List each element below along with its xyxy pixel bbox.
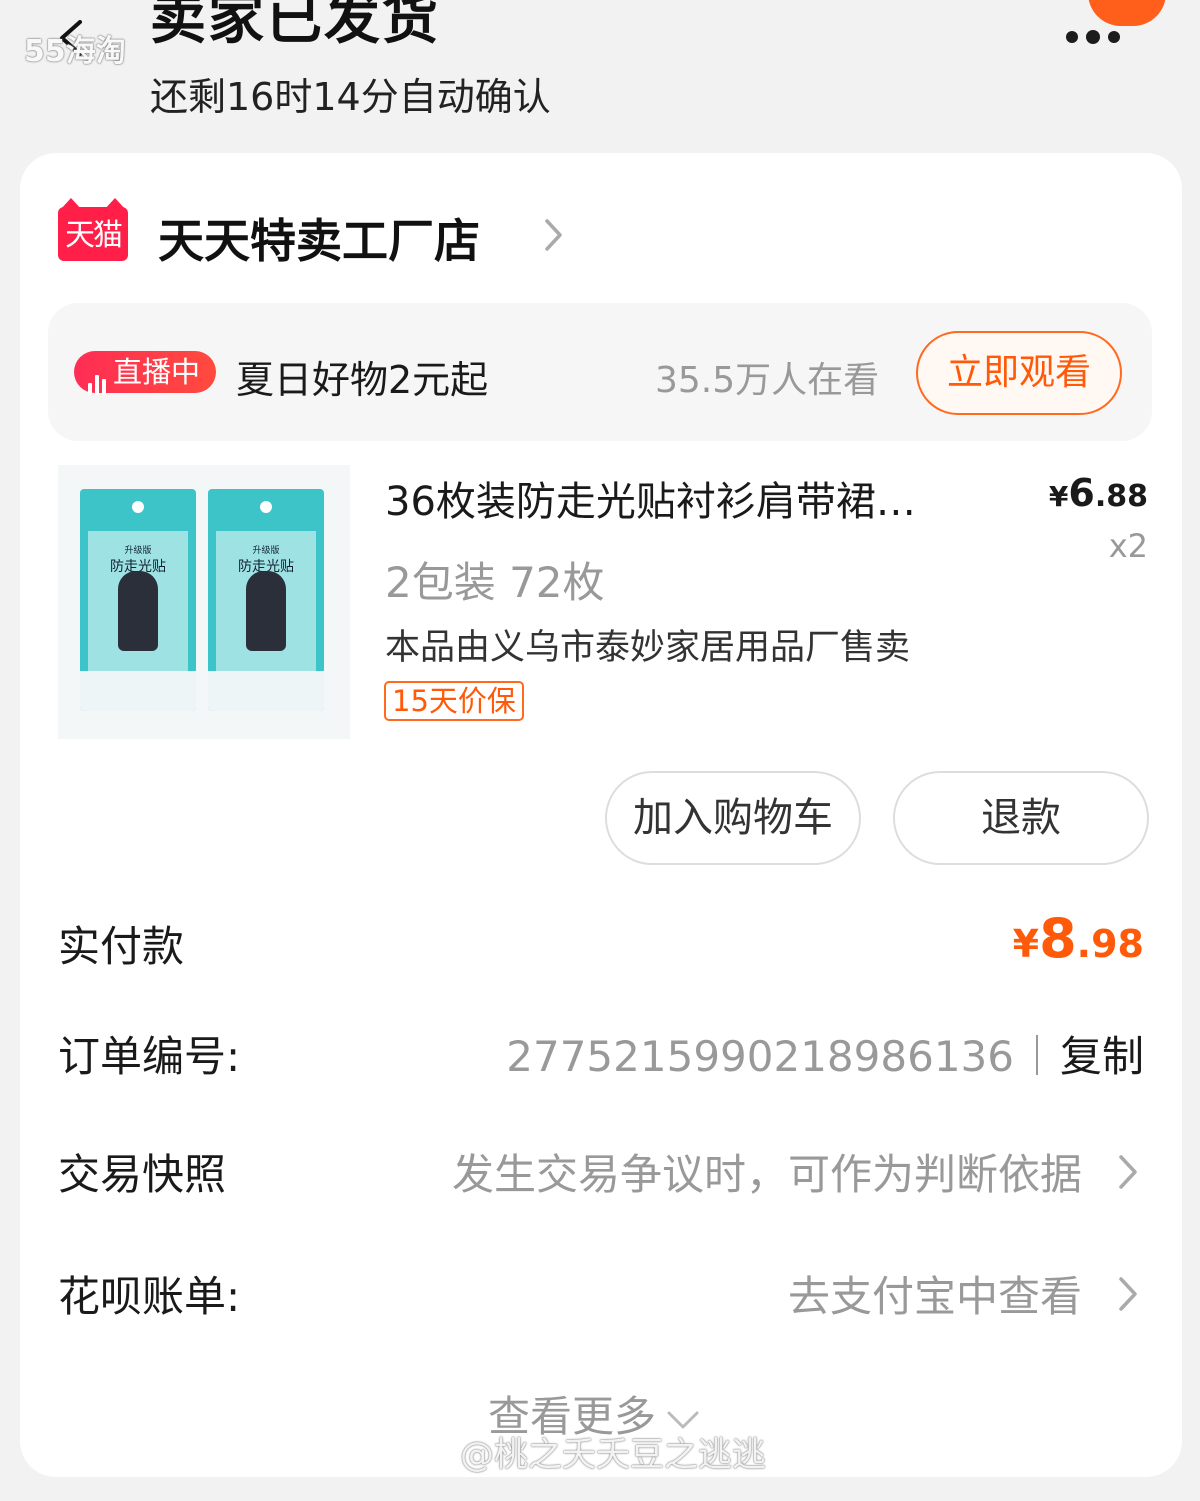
copy-button[interactable]: 复制 (1060, 1032, 1144, 1081)
snapshot-label: 交易快照 (58, 1150, 227, 1199)
product-pack-graphic: 升级版 防走光贴 (80, 489, 196, 711)
header: 55海淘 卖家已发货 还剩16时14分自动确认 (0, 0, 1200, 150)
add-to-cart-button[interactable]: 加入购物车 (605, 771, 861, 865)
huabei-label: 花呗账单: (58, 1272, 241, 1321)
chevron-right-icon (1116, 1273, 1140, 1315)
product-title[interactable]: 36枚装防走光贴衬衫肩带裙… (385, 469, 916, 527)
product-price: ¥6.88 (1048, 471, 1148, 515)
auto-confirm-countdown: 还剩16时14分自动确认 (150, 75, 551, 119)
order-card: 天猫 天天特卖工厂店 直播中 夏日好物2元起 35.5万人在看 立即观看 升级版… (20, 153, 1182, 1477)
payment-label: 实付款 (58, 922, 185, 971)
snapshot-value: 发生交易争议时，可作为判断依据 (451, 1150, 1082, 1199)
order-number-value: 2775215990218986136 复制 (506, 1023, 1144, 1084)
price-protection-tag: 15天价保 (384, 681, 524, 721)
live-stream-banner[interactable]: 直播中 夏日好物2元起 35.5万人在看 立即观看 (48, 303, 1152, 441)
refund-button[interactable]: 退款 (893, 771, 1149, 865)
order-number-row: 订单编号: 2775215990218986136 复制 (58, 1023, 1144, 1093)
product-spec: 2包装 72枚 (385, 558, 605, 607)
payment-row: 实付款 ¥8.98 (58, 907, 1144, 983)
page-title: 卖家已发货 (150, 0, 440, 52)
product-pack-graphic: 升级版 防走光贴 (208, 489, 324, 711)
live-viewer-count: 35.5万人在看 (655, 360, 880, 401)
watch-now-button[interactable]: 立即观看 (916, 331, 1122, 415)
pack-top-label: 升级版 (252, 546, 280, 556)
watermark-bottom: @桃之夭夭豆之逃逃 (460, 1435, 766, 1475)
product-seller: 本品由义乌市泰妙家居用品厂售卖 (385, 628, 911, 668)
huabei-bill-row[interactable]: 花呗账单: 去支付宝中查看 (58, 1263, 1144, 1333)
live-bars-icon (88, 353, 109, 395)
live-promo-text: 夏日好物2元起 (236, 358, 489, 402)
store-name[interactable]: 天天特卖工厂店 (158, 205, 480, 271)
watermark-top: 55海淘 (24, 34, 126, 69)
store-header[interactable]: 天猫 天天特卖工厂店 (58, 198, 758, 268)
pack-top-label: 升级版 (124, 546, 152, 556)
chevron-right-icon (1116, 1151, 1140, 1193)
snapshot-row[interactable]: 交易快照 发生交易争议时，可作为判断依据 (58, 1141, 1144, 1211)
notification-badge[interactable] (1088, 0, 1166, 26)
chevron-right-icon (538, 215, 568, 255)
live-badge: 直播中 (74, 351, 216, 395)
live-badge-label: 直播中 (113, 355, 201, 389)
divider (1035, 1035, 1038, 1075)
order-number: 2775215990218986136 (506, 1032, 1014, 1081)
huabei-value: 去支付宝中查看 (787, 1272, 1082, 1321)
order-number-label: 订单编号: (58, 1032, 241, 1081)
payment-amount: ¥8.98 (1012, 907, 1144, 970)
product-quantity: x2 (1108, 527, 1148, 565)
more-options-icon[interactable] (1066, 26, 1136, 46)
product-image[interactable]: 升级版 防走光贴 升级版 防走光贴 (58, 465, 350, 739)
tmall-logo: 天猫 (58, 198, 128, 261)
